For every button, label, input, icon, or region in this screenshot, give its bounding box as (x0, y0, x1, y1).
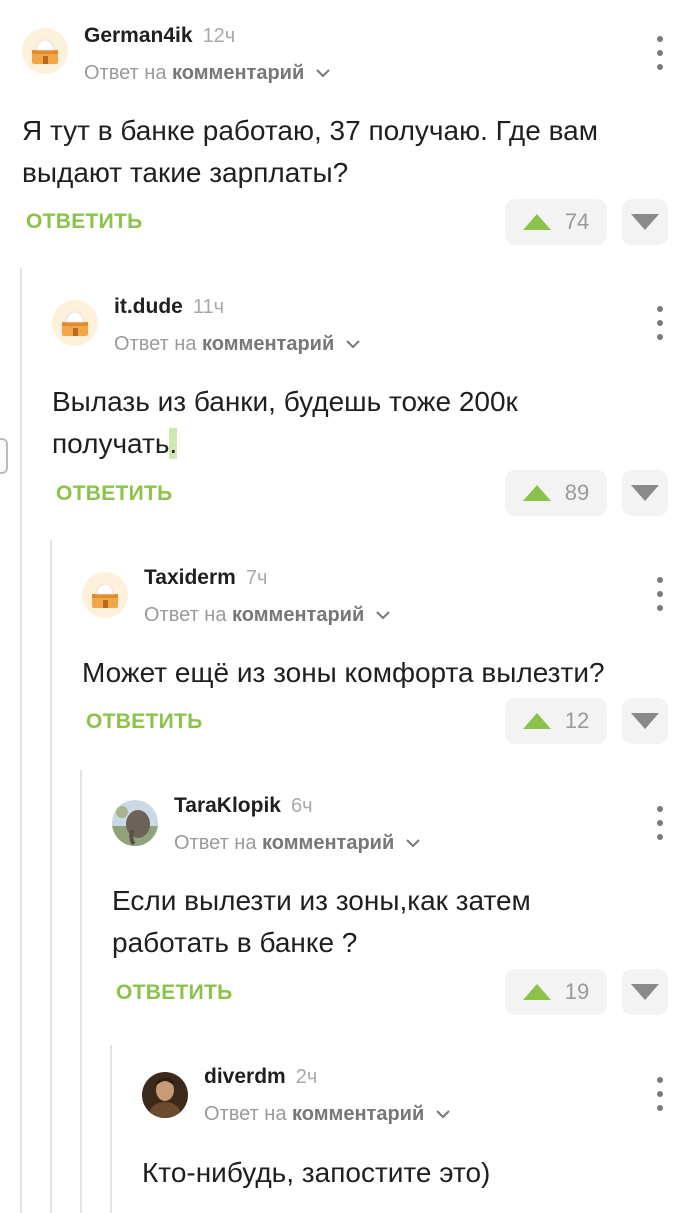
comment-text: Я тут в банке работаю, 37 получаю. Где в… (22, 115, 598, 188)
thread-line (20, 268, 22, 1213)
avatar[interactable] (142, 1072, 188, 1118)
chevron-down-icon (376, 611, 390, 620)
arrow-up-icon (522, 214, 551, 230)
reply-button[interactable]: ОТВЕТИТЬ (56, 482, 173, 506)
rating-count: 89 (564, 480, 590, 505)
arrow-down-icon (631, 713, 659, 729)
reply-to-link[interactable]: Ответ на комментарий (204, 1103, 450, 1126)
comment-text: Вылазь из банки, будешь тоже 200к получа… (52, 386, 518, 459)
arrow-up-icon (522, 713, 551, 729)
comment-text: Может ещё из зоны комфорта вылезти? (82, 657, 605, 688)
reply-to-link[interactable]: Ответ на комментарий (84, 62, 330, 85)
upvote-button[interactable]: 19 (505, 969, 607, 1015)
default-cake-avatar-icon (82, 572, 128, 618)
arrow-down-icon (631, 984, 659, 1000)
chevron-down-icon (436, 1110, 450, 1119)
reply-to-link[interactable]: Ответ на комментарий (174, 832, 420, 855)
comment-author[interactable]: TaraKlopik 6ч (174, 794, 313, 818)
arrow-up-icon (522, 984, 551, 1000)
arrow-down-icon (631, 214, 659, 230)
avatar[interactable] (112, 800, 158, 846)
upvote-button[interactable]: 12 (505, 698, 607, 744)
default-cake-avatar-icon (22, 28, 68, 74)
reply-to-link[interactable]: Ответ на комментарий (144, 604, 390, 627)
avatar[interactable] (82, 572, 128, 618)
more-vertical-icon[interactable] (652, 306, 668, 340)
text-selection-mark: . (169, 428, 178, 459)
rating-count: 19 (564, 979, 590, 1004)
downvote-button[interactable] (622, 698, 668, 744)
chevron-down-icon (406, 839, 420, 848)
arrow-up-icon (522, 485, 551, 501)
comment-time: 12ч (202, 25, 236, 47)
chevron-down-icon (316, 69, 330, 78)
thread-line (80, 770, 82, 1213)
upvote-button[interactable]: 74 (505, 199, 607, 245)
comment-time: 7ч (245, 567, 268, 589)
comment-author[interactable]: diverdm 2ч (204, 1065, 317, 1089)
upvote-button[interactable]: 89 (505, 470, 607, 516)
reply-to-link[interactable]: Ответ на комментарий (114, 333, 360, 356)
chevron-down-icon (346, 340, 360, 349)
more-vertical-icon[interactable] (652, 577, 668, 611)
photo-avatar-man-icon (142, 1072, 188, 1118)
downvote-button[interactable] (622, 199, 668, 245)
reply-button[interactable]: ОТВЕТИТЬ (86, 710, 203, 734)
avatar[interactable] (22, 28, 68, 74)
more-vertical-icon[interactable] (652, 36, 668, 70)
thread-line (110, 1045, 112, 1213)
comment-time: 11ч (192, 296, 225, 318)
rating-count: 12 (564, 708, 590, 733)
reply-button[interactable]: ОТВЕТИТЬ (116, 981, 233, 1005)
comment-author[interactable]: German4ik 12ч (84, 24, 235, 48)
side-drag-handle[interactable] (0, 438, 8, 474)
reply-button[interactable]: ОТВЕТИТЬ (26, 210, 143, 234)
thread-line (50, 540, 52, 1213)
comment-author[interactable]: it.dude 11ч (114, 295, 224, 319)
downvote-button[interactable] (622, 470, 668, 516)
more-vertical-icon[interactable] (652, 806, 668, 840)
comment-time: 6ч (290, 795, 313, 817)
comment-author[interactable]: Taxiderm 7ч (144, 566, 267, 590)
arrow-down-icon (631, 485, 659, 501)
avatar[interactable] (52, 300, 98, 346)
comment-text: Если вылезти из зоны,как затем работать … (112, 885, 531, 958)
downvote-button[interactable] (622, 969, 668, 1015)
photo-avatar-elephant-icon (112, 800, 158, 846)
comment-time: 2ч (295, 1066, 318, 1088)
more-vertical-icon[interactable] (652, 1077, 668, 1111)
rating-count: 74 (564, 209, 590, 234)
comment-text: Кто-нибудь, запостите это) (142, 1157, 491, 1188)
default-cake-avatar-icon (52, 300, 98, 346)
